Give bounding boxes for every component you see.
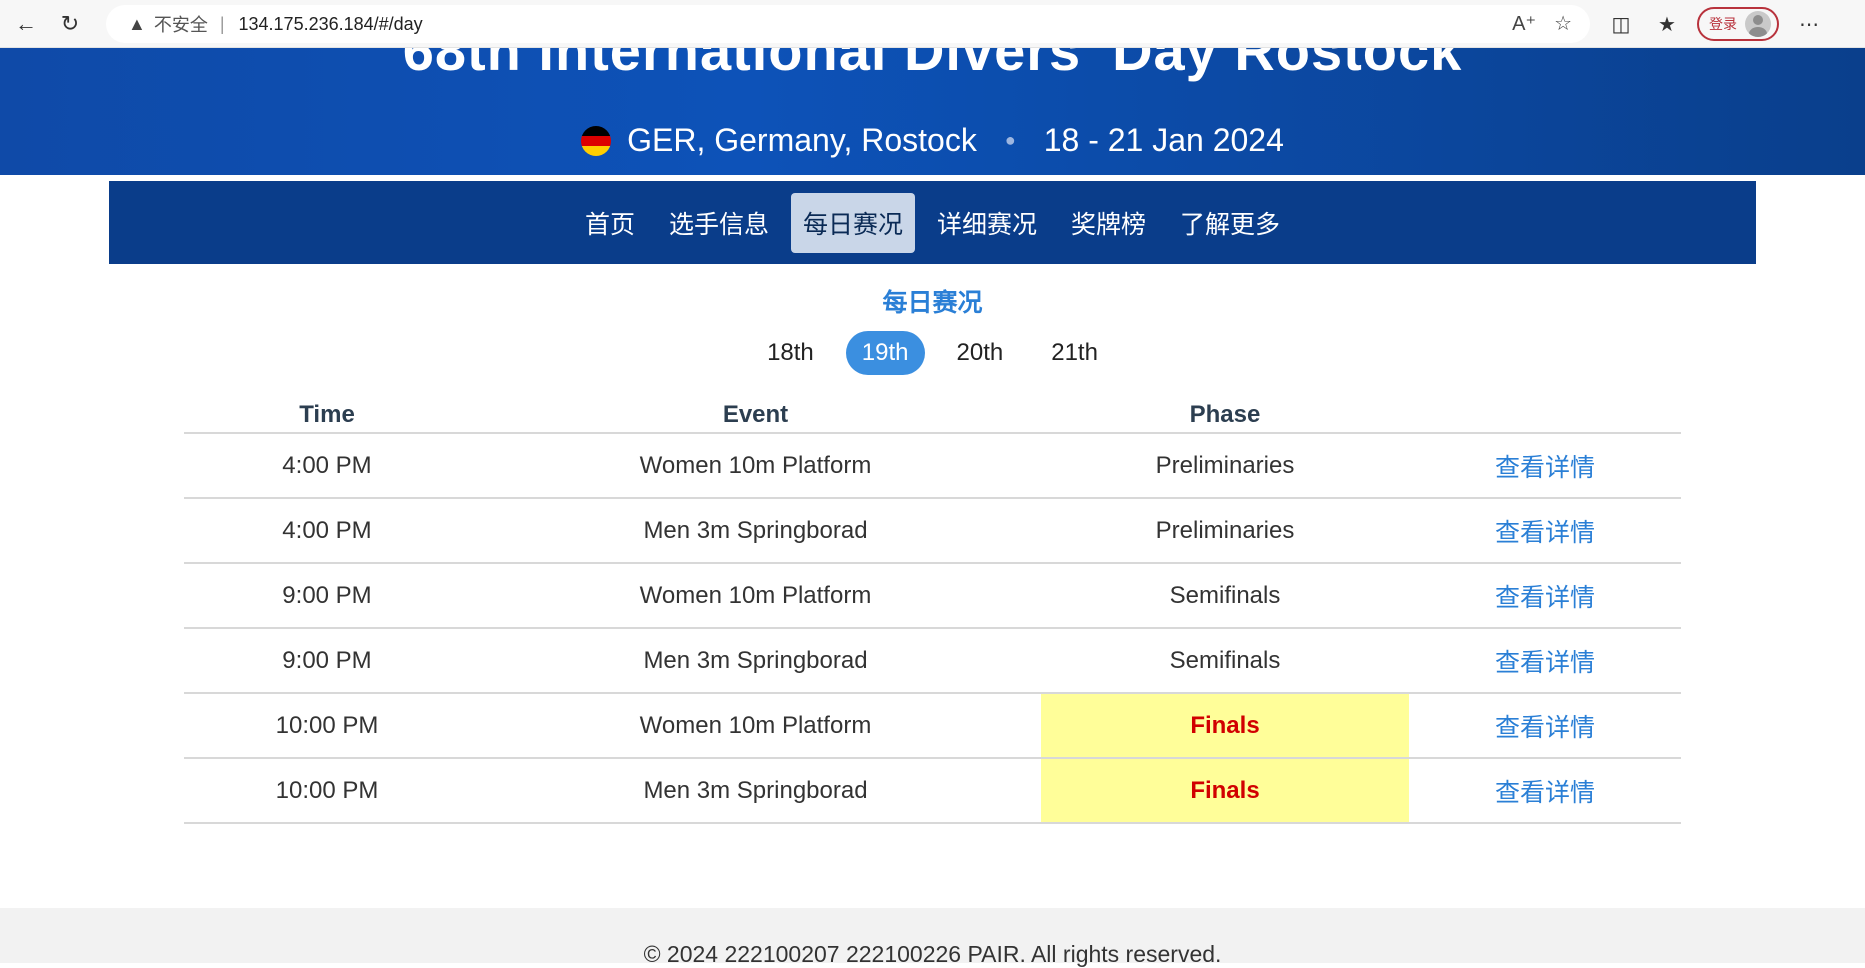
nav-item-daily[interactable]: 每日赛况 bbox=[790, 192, 915, 253]
cell-phase: Preliminaries bbox=[1041, 498, 1409, 564]
nav-item-details[interactable]: 详细赛况 bbox=[925, 193, 1049, 253]
browser-toolbar: ← ↻ ▲ 不安全 | 134.175.236.184/#/day A⁺ ☆ ◫… bbox=[0, 0, 1865, 48]
cell-time: 10:00 PM bbox=[184, 758, 470, 824]
event-title: 68th International Divers' Day Rostock bbox=[402, 48, 1463, 82]
schedule-table: Time Event Phase 4:00 PM Women 10m Platf… bbox=[184, 398, 1681, 824]
view-details-link[interactable]: 查看详情 bbox=[1495, 714, 1595, 742]
reload-icon[interactable]: ↻ bbox=[52, 6, 88, 42]
insecure-label: 不安全 bbox=[153, 15, 208, 35]
nav-item-medals[interactable]: 奖牌榜 bbox=[1059, 193, 1158, 253]
germany-flag-icon bbox=[581, 125, 612, 156]
table-row: 9:00 PM Women 10m Platform Semifinals 查看… bbox=[184, 563, 1681, 629]
day-tab-18th[interactable]: 18th bbox=[751, 331, 830, 375]
table-row: 4:00 PM Women 10m Platform Preliminaries… bbox=[184, 433, 1681, 499]
table-row: 10:00 PM Women 10m Platform Finals 查看详情 bbox=[184, 693, 1681, 759]
cell-event: Women 10m Platform bbox=[470, 433, 1041, 499]
favorite-star-icon[interactable]: ☆ bbox=[1554, 11, 1572, 36]
cell-time: 10:00 PM bbox=[184, 693, 470, 759]
cell-time: 9:00 PM bbox=[184, 563, 470, 629]
cell-phase: Preliminaries bbox=[1041, 433, 1409, 499]
day-selector: 18th 19th 20th 21th bbox=[0, 331, 1865, 375]
table-row: 10:00 PM Men 3m Springborad Finals 查看详情 bbox=[184, 758, 1681, 824]
cell-event: Women 10m Platform bbox=[470, 693, 1041, 759]
header-time: Time bbox=[184, 398, 470, 434]
cell-action: 查看详情 bbox=[1409, 628, 1681, 694]
cell-action: 查看详情 bbox=[1409, 693, 1681, 759]
more-menu-icon[interactable]: ⋯ bbox=[1793, 8, 1825, 40]
url-text[interactable]: 134.175.236.184/#/day bbox=[239, 14, 423, 35]
cell-time: 9:00 PM bbox=[184, 628, 470, 694]
nav-item-home[interactable]: 首页 bbox=[573, 193, 647, 253]
cell-phase-finals: Finals bbox=[1041, 758, 1409, 824]
back-icon[interactable]: ← bbox=[8, 6, 44, 42]
cell-event: Men 3m Springborad bbox=[470, 628, 1041, 694]
footer-copyright: © 2024 222100207 222100226 PAIR. All rig… bbox=[643, 941, 1222, 967]
cell-phase: Semifinals bbox=[1041, 628, 1409, 694]
header-action bbox=[1409, 398, 1681, 434]
table-row: 4:00 PM Men 3m Springborad Preliminaries… bbox=[184, 498, 1681, 564]
cell-phase: Semifinals bbox=[1041, 563, 1409, 629]
event-location: GER, Germany, Rostock bbox=[627, 122, 977, 158]
cell-action: 查看详情 bbox=[1409, 758, 1681, 824]
event-subtitle: GER, Germany, Rostock ● 18 - 21 Jan 2024 bbox=[0, 122, 1865, 159]
day-tab-19th[interactable]: 19th bbox=[845, 331, 925, 375]
cell-time: 4:00 PM bbox=[184, 498, 470, 564]
nav-item-athletes[interactable]: 选手信息 bbox=[657, 193, 781, 253]
cell-event: Men 3m Springborad bbox=[470, 498, 1041, 564]
page-title: 每日赛况 bbox=[882, 289, 983, 317]
table-header-row: Time Event Phase bbox=[184, 398, 1681, 434]
cell-action: 查看详情 bbox=[1409, 498, 1681, 564]
day-tab-21th[interactable]: 21th bbox=[1035, 331, 1114, 375]
table-row: 9:00 PM Men 3m Springborad Semifinals 查看… bbox=[184, 628, 1681, 694]
nav-item-more[interactable]: 了解更多 bbox=[1168, 193, 1292, 253]
warning-icon: ▲ bbox=[128, 13, 146, 34]
header-phase: Phase bbox=[1041, 398, 1409, 434]
view-details-link[interactable]: 查看详情 bbox=[1495, 454, 1595, 482]
cell-time: 4:00 PM bbox=[184, 433, 470, 499]
main-nav: 首页 选手信息 每日赛况 详细赛况 奖牌榜 了解更多 bbox=[109, 181, 1756, 264]
cell-action: 查看详情 bbox=[1409, 563, 1681, 629]
login-button[interactable]: 登录 bbox=[1697, 7, 1779, 41]
address-separator: | bbox=[219, 13, 225, 34]
split-screen-icon[interactable]: ◫ bbox=[1605, 8, 1637, 40]
cell-action: 查看详情 bbox=[1409, 433, 1681, 499]
view-details-link[interactable]: 查看详情 bbox=[1495, 584, 1595, 612]
view-details-link[interactable]: 查看详情 bbox=[1495, 649, 1595, 677]
avatar bbox=[1745, 11, 1771, 37]
view-details-link[interactable]: 查看详情 bbox=[1495, 779, 1595, 807]
page-footer: © 2024 222100207 222100226 PAIR. All rig… bbox=[0, 908, 1865, 967]
event-dates: 18 - 21 Jan 2024 bbox=[1043, 122, 1284, 158]
read-aloud-icon[interactable]: A⁺ bbox=[1512, 11, 1536, 36]
day-tab-20th[interactable]: 20th bbox=[941, 331, 1020, 375]
event-banner: 68th International Divers' Day Rostock G… bbox=[0, 48, 1865, 175]
bullet-separator: ● bbox=[1004, 130, 1016, 150]
cell-event: Women 10m Platform bbox=[470, 563, 1041, 629]
view-details-link[interactable]: 查看详情 bbox=[1495, 519, 1595, 547]
cell-event: Men 3m Springborad bbox=[470, 758, 1041, 824]
favorites-icon[interactable]: ★ bbox=[1651, 8, 1683, 40]
header-event: Event bbox=[470, 398, 1041, 434]
cell-phase-finals: Finals bbox=[1041, 693, 1409, 759]
address-bar[interactable]: ▲ 不安全 | 134.175.236.184/#/day A⁺ ☆ bbox=[106, 5, 1590, 43]
login-label: 登录 bbox=[1709, 16, 1737, 32]
